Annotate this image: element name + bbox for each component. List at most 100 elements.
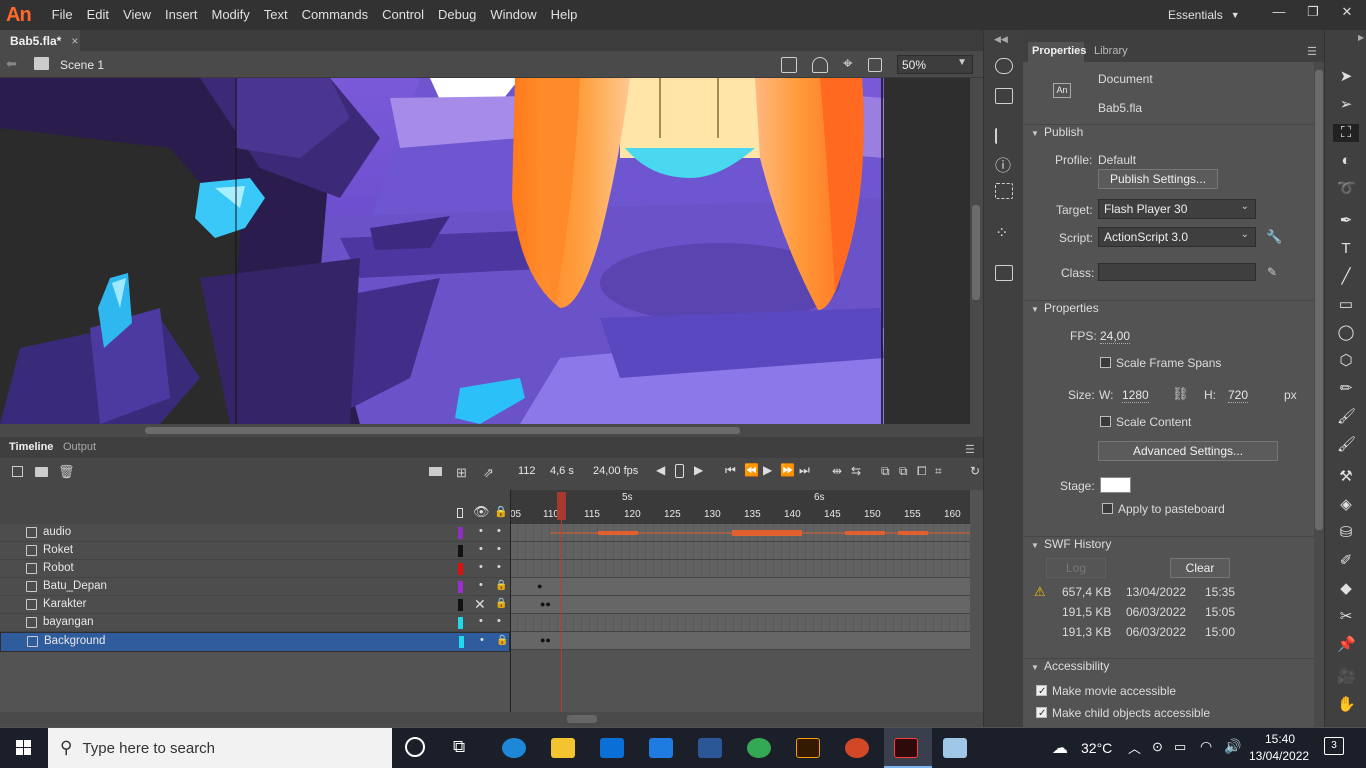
- eraser-icon[interactable]: ◆: [1337, 580, 1355, 598]
- battery-icon[interactable]: ▭: [1174, 739, 1186, 755]
- frame-row[interactable]: [510, 542, 970, 560]
- layer-name[interactable]: Roket: [43, 544, 73, 556]
- outline-all-icon[interactable]: [457, 508, 463, 518]
- hand-tool-icon[interactable]: ✋: [1337, 696, 1356, 714]
- polystar-tool-icon[interactable]: ⬡: [1337, 352, 1355, 370]
- insert-frame-icon[interactable]: ⇹: [832, 464, 842, 478]
- lock-dot[interactable]: •: [497, 561, 501, 573]
- bone-tool-icon[interactable]: ⚒: [1337, 468, 1355, 486]
- loop-icon[interactable]: [675, 464, 684, 478]
- workspace-switcher[interactable]: Essentials ▼: [1168, 0, 1240, 30]
- stage-color-swatch[interactable]: [1100, 477, 1131, 493]
- wrench-icon[interactable]: 🔧: [1266, 229, 1282, 245]
- layer-depth-icon[interactable]: ⇗: [483, 465, 494, 481]
- properties-section-header[interactable]: Properties: [1024, 300, 1314, 320]
- first-frame-icon[interactable]: ⏮: [725, 463, 736, 478]
- lock-icon[interactable]: 🔒: [496, 635, 508, 646]
- layer-row[interactable]: Robot • •: [0, 560, 510, 578]
- layer-color-swatch[interactable]: [458, 581, 463, 593]
- asset-warp-icon[interactable]: 📌: [1337, 636, 1356, 654]
- layer-row[interactable]: Roket • •: [0, 542, 510, 560]
- frame-row[interactable]: [510, 560, 970, 578]
- keyframe-icon[interactable]: ●●: [540, 599, 551, 609]
- paint-brush-icon[interactable]: 🖌: [1337, 408, 1356, 426]
- height-value[interactable]: 720: [1228, 388, 1249, 403]
- menu-modify[interactable]: Modify: [205, 0, 257, 30]
- new-layer-icon[interactable]: [12, 466, 23, 477]
- stage-canvas[interactable]: [0, 78, 970, 424]
- tab-properties[interactable]: Properties: [1032, 45, 1086, 57]
- layer-color-swatch[interactable]: [458, 563, 463, 575]
- layer-color-swatch[interactable]: [459, 636, 464, 648]
- stage-vertical-scroll-thumb[interactable]: [972, 205, 980, 300]
- volume-icon[interactable]: 🔊: [1224, 738, 1241, 755]
- new-folder-icon[interactable]: [35, 467, 48, 477]
- layer-name[interactable]: Karakter: [43, 598, 86, 610]
- frame-row[interactable]: ●●: [510, 632, 970, 650]
- pencil-icon[interactable]: ✎: [1267, 265, 1277, 279]
- class-input[interactable]: [1098, 263, 1256, 281]
- menu-file[interactable]: File: [45, 0, 80, 30]
- swf-history-section-header[interactable]: SWF History: [1024, 536, 1314, 556]
- tray-app-icon[interactable]: ⊙: [1152, 739, 1163, 755]
- menu-commands[interactable]: Commands: [295, 0, 375, 30]
- fps-value[interactable]: 24,00: [1100, 329, 1131, 344]
- store-icon[interactable]: [600, 738, 624, 758]
- visibility-dot[interactable]: •: [479, 525, 483, 537]
- frame-row[interactable]: ●●: [510, 596, 970, 614]
- visibility-dot[interactable]: •: [480, 634, 484, 646]
- clip-content-icon[interactable]: [868, 58, 882, 72]
- layer-row[interactable]: audio • •: [0, 524, 510, 542]
- visibility-dot[interactable]: •: [479, 579, 483, 591]
- loop-right-icon[interactable]: ▶: [694, 463, 703, 477]
- apply-to-pasteboard-checkbox[interactable]: [1102, 503, 1113, 514]
- brush-tool-icon[interactable]: 🖌: [1337, 436, 1356, 454]
- scale-frame-spans-checkbox[interactable]: [1100, 357, 1111, 368]
- width-tool-icon[interactable]: ✂: [1337, 608, 1355, 626]
- last-frame-icon[interactable]: ⏭: [799, 463, 810, 478]
- rectangle-tool-icon[interactable]: ▭: [1337, 296, 1355, 314]
- center-stage-icon[interactable]: ⌖: [843, 54, 853, 74]
- frame-row[interactable]: [510, 524, 970, 542]
- publish-settings-button[interactable]: Publish Settings...: [1098, 169, 1218, 189]
- publish-section-header[interactable]: Publish: [1024, 124, 1314, 144]
- cortana-icon[interactable]: [405, 737, 425, 757]
- taskbar-search[interactable]: ⚲ Type here to search: [48, 728, 392, 768]
- line-tool-icon[interactable]: ╱: [1337, 268, 1355, 286]
- layer-name[interactable]: Robot: [43, 562, 74, 574]
- link-icon[interactable]: ⛓: [1172, 386, 1189, 402]
- clear-button[interactable]: Clear: [1170, 558, 1230, 578]
- modify-markers-icon[interactable]: ⌗: [935, 464, 942, 479]
- chrome-icon[interactable]: [747, 738, 771, 758]
- frame-ruler[interactable]: [510, 490, 970, 524]
- camera-layer-icon[interactable]: [429, 467, 442, 476]
- next-frame-icon[interactable]: ⏩: [780, 463, 795, 477]
- visibility-dot[interactable]: •: [479, 561, 483, 573]
- menu-window[interactable]: Window: [483, 0, 543, 30]
- current-frame[interactable]: 112: [518, 465, 536, 477]
- wifi-icon[interactable]: ◠: [1200, 738, 1212, 755]
- components-icon[interactable]: [995, 265, 1013, 281]
- menu-text[interactable]: Text: [257, 0, 295, 30]
- layer-name[interactable]: bayangan: [43, 616, 94, 628]
- script-select[interactable]: ActionScript 3.0 ⌄: [1098, 227, 1256, 247]
- movie-accessible-checkbox[interactable]: [1036, 685, 1047, 696]
- hidden-x-icon[interactable]: ✕: [474, 596, 486, 613]
- lock-dot[interactable]: •: [497, 615, 501, 627]
- powerpoint-icon[interactable]: [845, 738, 869, 758]
- lock-icon[interactable]: 🔒: [495, 598, 507, 609]
- word-icon[interactable]: [698, 738, 722, 758]
- delete-layer-icon[interactable]: 🗑: [58, 464, 75, 480]
- remove-frame-icon[interactable]: ⇆: [851, 464, 861, 478]
- log-button[interactable]: Log: [1046, 558, 1106, 578]
- layer-color-swatch[interactable]: [458, 527, 463, 539]
- close-window-button[interactable]: ✕: [1330, 0, 1364, 26]
- frame-rate[interactable]: 24,00 fps: [593, 465, 638, 477]
- ink-bottle-icon[interactable]: ⛁: [1337, 524, 1355, 542]
- info-icon[interactable]: ⓘ: [995, 152, 1011, 176]
- keyframe-icon[interactable]: ●●: [540, 635, 551, 645]
- task-view-icon[interactable]: ⧉: [453, 737, 465, 757]
- collapse-icon[interactable]: ◀◀: [994, 34, 1008, 45]
- file-explorer-icon[interactable]: [551, 738, 575, 758]
- width-value[interactable]: 1280: [1122, 388, 1149, 403]
